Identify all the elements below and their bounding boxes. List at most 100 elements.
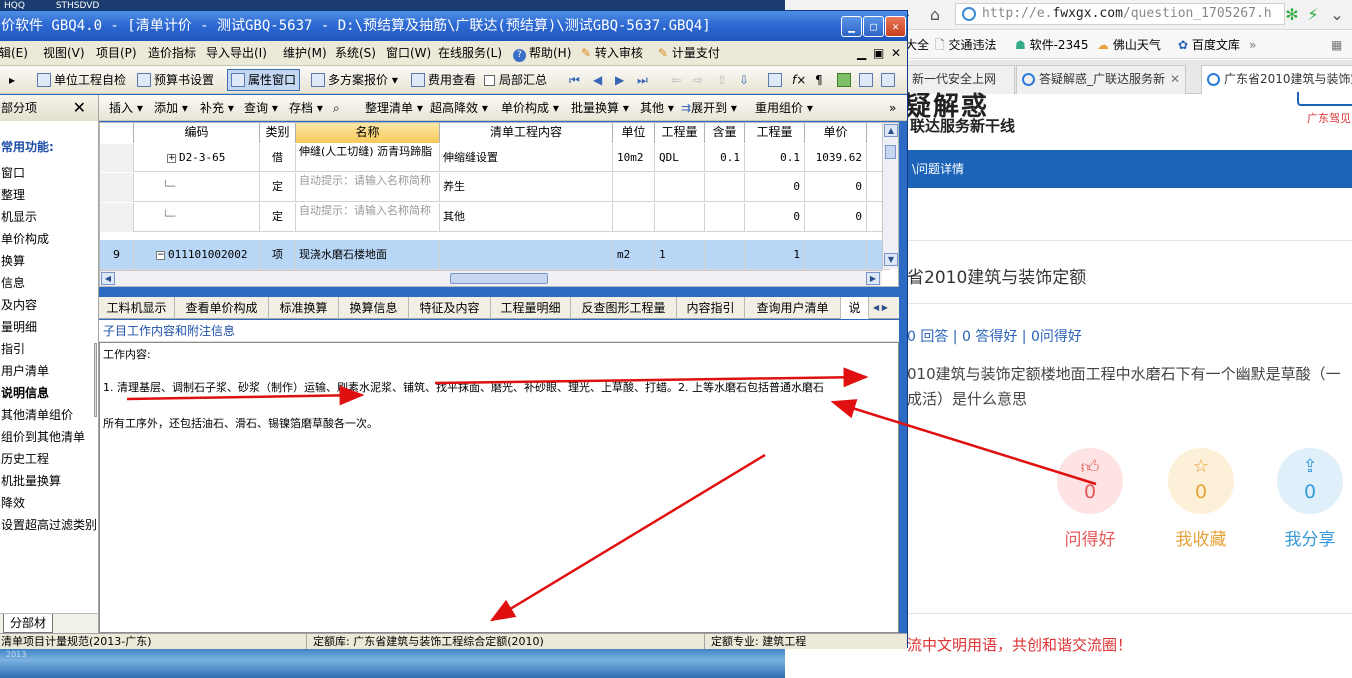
collapse-tree-icon[interactable]: − [156, 250, 165, 260]
qty-expr-cell[interactable]: QDL [655, 144, 705, 172]
col-content[interactable]: 清单工程内容 [440, 123, 613, 143]
refresh-icon[interactable]: ✻ [1282, 5, 1302, 25]
qty-cell[interactable]: 0.1 [745, 144, 805, 172]
other-button[interactable]: 其他 ▾ [640, 95, 674, 121]
price-cell[interactable]: 0 [805, 203, 867, 232]
col-qty[interactable]: 工程量 [745, 123, 805, 143]
share-circle[interactable]: ⇪ 0 [1277, 448, 1343, 514]
arrow-left-icon[interactable]: ⇦ [671, 66, 681, 94]
breadcrumb[interactable]: \问题详情 [912, 162, 964, 176]
left-item[interactable]: 机显示 [1, 208, 37, 225]
menu-window[interactable]: 窗口(W) [386, 41, 431, 66]
query-button[interactable]: 查询 ▾ [244, 95, 278, 121]
left-item[interactable]: 指引 [1, 340, 25, 357]
tab-standard-convert[interactable]: 标准换算 [269, 297, 339, 319]
mdi-minimize-icon[interactable]: ▁ [857, 41, 866, 66]
price-cell[interactable]: 0 [805, 173, 867, 202]
qty-cell[interactable]: 0 [745, 203, 805, 232]
first-record-icon[interactable]: ⏮ [569, 66, 580, 94]
mdi-restore-icon[interactable]: ▣ [873, 41, 884, 66]
bookmark-item[interactable]: ✿ 百度文库 [1178, 31, 1240, 59]
col-unit[interactable]: 单位 [613, 123, 655, 143]
ratio-cell[interactable] [705, 203, 745, 232]
mdi-close-icon[interactable]: ✕ [891, 41, 901, 66]
unit-cell[interactable]: 10m2 [613, 144, 655, 172]
unit-price-button[interactable]: 单价构成 ▾ [501, 95, 559, 121]
qty-cell[interactable]: 1 [745, 240, 805, 270]
home-icon[interactable]: ⌂ [925, 5, 945, 25]
left-item[interactable]: 窗口 [1, 164, 25, 181]
col-price[interactable]: 单价 [805, 123, 867, 143]
organize-list-button[interactable]: 整理清单 ▾ [365, 95, 423, 121]
grid-horizontal-scrollbar[interactable]: ◀ ▶ [100, 270, 882, 286]
paragraph-icon[interactable]: ¶ [815, 66, 823, 94]
tab-qty-detail[interactable]: 工程量明细 [491, 297, 571, 319]
cost-view-button[interactable]: 费用查看 [411, 66, 476, 94]
code-cell[interactable]: −011101002002 [134, 240, 260, 270]
qty-cell[interactable]: 0 [745, 173, 805, 202]
grid-vertical-scrollbar[interactable]: ▲ ▼ [882, 123, 898, 269]
tab-notes[interactable]: 说 [841, 297, 869, 319]
tab-labor-material[interactable]: 工料机显示 [99, 297, 175, 319]
ratio-cell[interactable] [705, 240, 745, 270]
prev-record-icon[interactable]: ◀ [593, 66, 602, 94]
tab-user-list[interactable]: 查询用户清单 [745, 297, 841, 319]
browser-tab[interactable]: 答疑解惑_广联达服务新 ✕ [1016, 65, 1186, 94]
favorite-action[interactable]: ☆ 0 我收藏 [1167, 448, 1235, 550]
close-icon[interactable]: ✕ [1170, 66, 1180, 93]
type-cell[interactable]: 项 [260, 240, 296, 270]
next-record-icon[interactable]: ▶ [615, 66, 624, 94]
arrow-down-icon[interactable]: ⇩ [739, 66, 749, 94]
menu-to-audit[interactable]: ✎ 转入审核 [581, 41, 643, 66]
type-cell[interactable]: 定 [260, 203, 296, 232]
table-row[interactable]: └─ 定 自动提示：请输入名称简称 养生 0 0 [100, 173, 890, 202]
name-cell[interactable]: 自动提示：请输入名称简称 [296, 173, 440, 202]
window-title-bar[interactable]: 价软件 GBQ4.0 - [清单计价 - 测试GBQ-5637 - D:\预结算… [0, 11, 907, 41]
left-item[interactable]: 机批量换算 [1, 472, 61, 489]
scroll-left-icon[interactable]: ◀ [101, 272, 115, 285]
formula-icon[interactable]: f× [792, 66, 806, 94]
left-item[interactable]: 量明细 [1, 318, 37, 335]
left-item[interactable]: 信息 [1, 274, 25, 291]
menu-project[interactable]: 项目(P) [96, 41, 137, 66]
price-cell[interactable]: 1039.62 [805, 144, 867, 172]
add-button[interactable]: 添加 ▾ [154, 95, 188, 121]
menu-online-service[interactable]: 在线服务(L) [438, 41, 502, 66]
left-item-selected[interactable]: 说明信息 [1, 384, 49, 401]
left-item[interactable]: 换算 [1, 252, 25, 269]
height-efficiency-button[interactable]: 超高降效 ▾ [430, 95, 488, 121]
menu-cost-index[interactable]: 造价指标 [148, 41, 196, 66]
left-item[interactable]: 整理 [1, 186, 25, 203]
favorite-circle[interactable]: ☆ 0 [1168, 448, 1234, 514]
left-item[interactable]: 设置超高过滤类别 [1, 516, 97, 533]
ratio-cell[interactable] [705, 173, 745, 202]
apps-grid-icon[interactable]: ▦ [1331, 31, 1342, 59]
insert-button[interactable]: 插入 ▾ [109, 95, 143, 121]
unit-cell[interactable] [613, 173, 655, 202]
scroll-thumb[interactable] [885, 145, 896, 159]
last-record-icon[interactable]: ⏭ [637, 66, 648, 94]
qty-expr-cell[interactable] [655, 173, 705, 202]
qty-expr-cell[interactable] [655, 203, 705, 232]
binoculars-icon[interactable]: ⌕ [333, 95, 340, 121]
scroll-down-icon[interactable]: ▼ [884, 253, 898, 266]
table-row[interactable]: └─ 定 自动提示：请输入名称简称 其他 0 0 [100, 203, 890, 232]
bookmark-item[interactable]: ☗ 软件-2345 [1015, 31, 1088, 59]
tab-content-guide[interactable]: 内容指引 [677, 297, 745, 319]
name-cell[interactable]: 自动提示：请输入名称简称 [296, 203, 440, 232]
content-cell[interactable]: 其他 [440, 203, 613, 232]
bookmark-item[interactable]: ☁ 佛山天气 [1097, 31, 1161, 59]
report-icon[interactable] [859, 66, 876, 94]
db-icon[interactable] [837, 66, 854, 94]
left-item[interactable]: 单价构成 [1, 230, 49, 247]
menu-maintain[interactable]: 维护(M) [283, 41, 327, 66]
code-cell[interactable]: └─ [134, 173, 260, 202]
menu-view[interactable]: 视图(V) [43, 41, 85, 66]
bookmarks-more-button[interactable]: » [1249, 31, 1256, 59]
content-cell[interactable] [440, 240, 613, 270]
menu-system[interactable]: 系统(S) [335, 41, 376, 66]
bookmark-item[interactable]: 大全 [905, 31, 929, 59]
multi-plan-quote-button[interactable]: 多方案报价 ▾ [311, 66, 398, 94]
table-row-selected[interactable]: 9 −011101002002 项 现浇水磨石楼地面 m2 1 1 [100, 240, 890, 270]
left-item[interactable]: 历史工程 [1, 450, 49, 467]
